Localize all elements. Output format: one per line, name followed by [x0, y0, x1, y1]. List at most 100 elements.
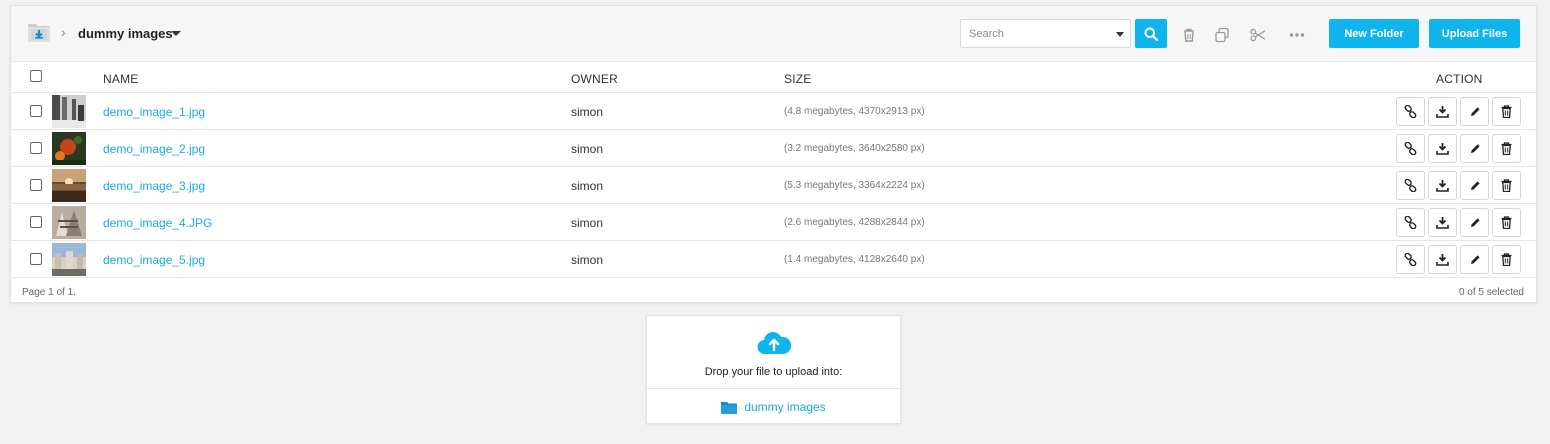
file-size: (4.8 megabytes, 4370x2913 px)	[784, 106, 925, 117]
column-header-action: ACTION	[1436, 72, 1483, 86]
dropzone-text: Drop your file to upload into:	[704, 366, 843, 378]
edit-button[interactable]	[1460, 134, 1489, 163]
download-button[interactable]	[1428, 134, 1457, 163]
copy-icon[interactable]	[1214, 27, 1230, 43]
download-icon	[1436, 106, 1449, 118]
image-thumbnail[interactable]	[52, 169, 86, 202]
image-thumbnail[interactable]	[52, 132, 86, 165]
dropzone-target-label: dummy images	[744, 400, 826, 414]
search-dropdown-caret-icon[interactable]	[1116, 32, 1124, 37]
file-owner: simon	[571, 253, 604, 267]
delete-button[interactable]	[1492, 134, 1521, 163]
edit-button[interactable]	[1460, 208, 1489, 237]
search-icon	[1144, 27, 1158, 41]
download-button[interactable]	[1428, 171, 1457, 200]
download-button[interactable]	[1428, 208, 1457, 237]
edit-button[interactable]	[1460, 245, 1489, 274]
column-header-size[interactable]: SIZE	[784, 72, 811, 86]
download-button[interactable]	[1428, 97, 1457, 126]
link-icon	[1404, 253, 1417, 266]
pencil-icon	[1470, 180, 1480, 190]
new-folder-button[interactable]: New Folder	[1329, 19, 1419, 48]
edit-button[interactable]	[1460, 97, 1489, 126]
folder-icon	[721, 401, 738, 414]
file-name-link[interactable]: demo_image_2.jpg	[103, 142, 205, 156]
file-size: (2.6 megabytes, 4288x2844 px)	[784, 217, 925, 228]
table-row[interactable]: demo_image_2.jpg simon (3.2 megabytes, 3…	[11, 130, 1536, 167]
copy-link-button[interactable]	[1396, 171, 1425, 200]
search-button[interactable]	[1135, 19, 1167, 48]
column-header-owner[interactable]: OWNER	[571, 72, 618, 86]
more-options-icon[interactable]	[1289, 27, 1305, 43]
trash-icon	[1501, 179, 1512, 192]
copy-link-button[interactable]	[1396, 97, 1425, 126]
pagination-status: Page 1 of 1.	[22, 287, 76, 298]
table-header: NAME OWNER SIZE ACTION	[11, 62, 1536, 93]
row-checkbox[interactable]	[30, 179, 42, 191]
row-checkbox[interactable]	[30, 105, 42, 117]
column-header-name[interactable]: NAME	[103, 72, 138, 86]
scissors-icon[interactable]	[1250, 27, 1266, 43]
pencil-icon	[1470, 143, 1480, 153]
image-thumbnail[interactable]	[52, 206, 86, 239]
file-name-link[interactable]: demo_image_5.jpg	[103, 253, 205, 267]
image-thumbnail[interactable]	[52, 95, 86, 128]
folder-download-icon[interactable]	[27, 21, 51, 43]
link-icon	[1404, 105, 1417, 118]
file-name-link[interactable]: demo_image_1.jpg	[103, 105, 205, 119]
download-icon	[1436, 254, 1449, 266]
file-owner: simon	[571, 105, 604, 119]
search-box	[960, 19, 1131, 48]
select-all-checkbox[interactable]	[30, 70, 42, 82]
file-name-link[interactable]: demo_image_3.jpg	[103, 179, 205, 193]
table-row[interactable]: demo_image_3.jpg simon (5.3 megabytes, 3…	[11, 167, 1536, 204]
cloud-upload-icon	[757, 332, 791, 355]
copy-link-button[interactable]	[1396, 134, 1425, 163]
link-icon	[1404, 216, 1417, 229]
trash-icon	[1501, 253, 1512, 266]
download-icon	[1436, 180, 1449, 192]
file-owner: simon	[571, 179, 604, 193]
breadcrumb-current-folder[interactable]: dummy images	[78, 27, 173, 41]
divider	[647, 388, 900, 389]
file-name-link[interactable]: demo_image_4.JPG	[103, 216, 212, 230]
image-thumbnail[interactable]	[52, 243, 86, 276]
file-owner: simon	[571, 216, 604, 230]
file-size: (5.3 megabytes, 3364x2224 px)	[784, 180, 925, 191]
trash-icon	[1501, 216, 1512, 229]
table-row[interactable]: demo_image_5.jpg simon (1.4 megabytes, 4…	[11, 241, 1536, 278]
pencil-icon	[1470, 254, 1480, 264]
row-checkbox[interactable]	[30, 216, 42, 228]
download-icon	[1436, 217, 1449, 229]
file-browser-panel: › dummy images New Folder Upload Files	[10, 5, 1537, 303]
link-icon	[1404, 142, 1417, 155]
file-size: (1.4 megabytes, 4128x2640 px)	[784, 254, 925, 265]
upload-dropzone[interactable]: Drop your file to upload into: dummy ima…	[646, 315, 901, 424]
download-button[interactable]	[1428, 245, 1457, 274]
table-row[interactable]: demo_image_4.JPG simon (2.6 megabytes, 4…	[11, 204, 1536, 241]
pencil-icon	[1470, 217, 1480, 227]
copy-link-button[interactable]	[1396, 245, 1425, 274]
copy-link-button[interactable]	[1396, 208, 1425, 237]
link-icon	[1404, 179, 1417, 192]
caret-down-icon[interactable]	[171, 31, 181, 36]
upload-files-button[interactable]: Upload Files	[1429, 19, 1520, 48]
pencil-icon	[1470, 106, 1480, 116]
trash-icon[interactable]	[1181, 27, 1197, 43]
file-owner: simon	[571, 142, 604, 156]
table-row[interactable]: demo_image_1.jpg simon (4.8 megabytes, 4…	[11, 93, 1536, 130]
file-size: (3.2 megabytes, 3640x2580 px)	[784, 143, 925, 154]
delete-button[interactable]	[1492, 245, 1521, 274]
row-checkbox[interactable]	[30, 142, 42, 154]
download-icon	[1436, 143, 1449, 155]
delete-button[interactable]	[1492, 171, 1521, 200]
trash-icon	[1501, 142, 1512, 155]
search-input[interactable]	[961, 20, 1111, 47]
edit-button[interactable]	[1460, 171, 1489, 200]
selection-count: 0 of 5 selected	[1458, 287, 1524, 298]
delete-button[interactable]	[1492, 208, 1521, 237]
delete-button[interactable]	[1492, 97, 1521, 126]
toolbar: › dummy images New Folder Upload Files	[11, 6, 1536, 62]
row-checkbox[interactable]	[30, 253, 42, 265]
dropzone-target-folder[interactable]: dummy images	[647, 400, 900, 414]
